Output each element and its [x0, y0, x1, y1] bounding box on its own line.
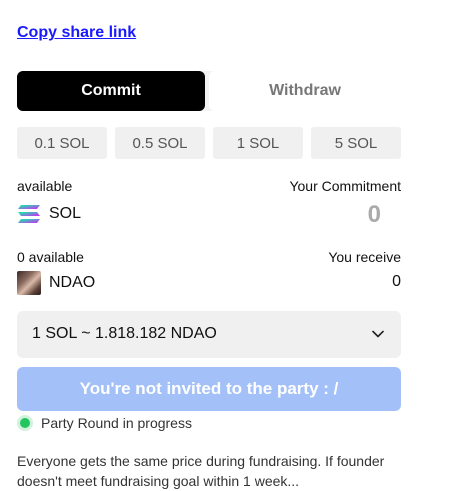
sol-token-name: SOL	[49, 205, 82, 222]
amount-presets: 0.1 SOL 0.5 SOL 1 SOL 5 SOL	[17, 127, 401, 159]
status-text: Party Round in progress	[41, 415, 192, 431]
tab-withdraw[interactable]: Withdraw	[209, 71, 401, 111]
ndao-token-name: NDAO	[49, 274, 96, 291]
party-invite-button[interactable]: You're not invited to the party : /	[17, 367, 401, 411]
rate-text: 1 SOL ~ 1.818.182 NDAO	[32, 325, 217, 342]
status-indicator: Party Round in progress	[17, 415, 192, 431]
amount-option-0-1-sol[interactable]: 0.1 SOL	[17, 127, 107, 159]
tab-bar: Commit Withdraw	[17, 71, 401, 111]
status-dot-icon	[17, 415, 33, 431]
chevron-down-icon	[372, 330, 384, 338]
tab-commit[interactable]: Commit	[17, 71, 205, 111]
you-receive-label: You receive	[328, 249, 401, 265]
your-commitment-label: Your Commitment	[289, 178, 401, 194]
commitment-value: 0	[367, 201, 381, 228]
solana-icon	[18, 205, 40, 223]
description-text: Everyone gets the same price during fund…	[17, 453, 385, 489]
ndao-token-row: NDAO	[17, 271, 95, 295]
receive-value: 0	[392, 273, 401, 290]
commit-panel: Commit Withdraw 0.1 SOL 0.5 SOL 1 SOL 5 …	[17, 71, 401, 489]
copy-share-link[interactable]: Copy share link	[17, 24, 136, 42]
amount-option-5-sol[interactable]: 5 SOL	[311, 127, 401, 159]
rate-dropdown[interactable]: 1 SOL ~ 1.818.182 NDAO	[17, 311, 401, 358]
ndao-avatar	[17, 271, 41, 295]
sol-available-label: available	[17, 178, 73, 194]
sol-token-row: SOL	[17, 204, 81, 224]
amount-option-1-sol[interactable]: 1 SOL	[213, 127, 303, 159]
ndao-available-label: 0 available	[17, 249, 84, 265]
amount-option-0-5-sol[interactable]: 0.5 SOL	[115, 127, 205, 159]
